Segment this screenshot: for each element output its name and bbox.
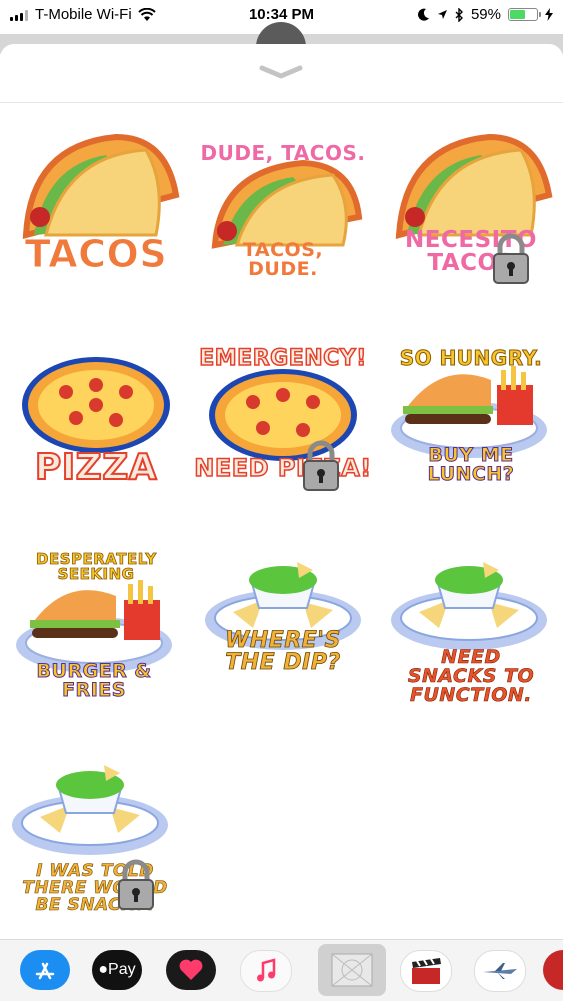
sticker-dude-tacos[interactable]: DUDE, TACOS. TACOS, DUDE. (193, 125, 373, 325)
guacamole-illustration (205, 562, 361, 650)
sheet-divider (0, 102, 563, 103)
battery-icon (508, 8, 541, 21)
lock-icon (493, 233, 529, 284)
imessage-app-drawer: ●Pay (0, 939, 563, 1001)
sticker-caption: BURGER & FRIES (36, 660, 152, 701)
apple-pay-icon[interactable]: ●Pay (92, 950, 142, 990)
sticker-need-snacks[interactable]: NEED SNACKS TO FUNCTION. (381, 540, 561, 740)
sticker-caption: TACOS (24, 232, 168, 276)
bluetooth-icon (455, 7, 463, 22)
sticker-pizza[interactable]: PIZZA (6, 330, 186, 530)
sticker-caption: BUY ME LUNCH? (427, 444, 515, 485)
airplane-icon[interactable] (474, 950, 526, 992)
charging-icon (545, 8, 553, 21)
lock-icon (303, 440, 339, 491)
battery-percent: 59% (470, 6, 501, 23)
sticker-caption: NEED SNACKS TO FUNCTION. (407, 646, 535, 706)
sticker-caption: NEED PIZZA! (194, 454, 373, 482)
moon-icon (417, 8, 429, 21)
sticker-pack-icon[interactable] (318, 944, 386, 996)
movie-clapper-icon[interactable] (400, 950, 452, 992)
digital-touch-icon[interactable] (166, 950, 216, 990)
lock-icon (118, 859, 154, 910)
music-icon[interactable] (240, 950, 292, 992)
sticker-necesito-tacos[interactable]: NECESITO TACOS (381, 125, 561, 325)
chevron-down-icon[interactable] (258, 64, 304, 80)
sticker-caption: PIZZA (34, 447, 158, 488)
sticker-caption: WHERE'S THE DIP? (225, 628, 341, 675)
apple-logo-icon: ● (98, 961, 109, 978)
sticker-emergency-pizza[interactable]: EMERGENCY! NEED PIZZA! (193, 330, 373, 530)
sticker-caption: TACOS, DUDE. (242, 239, 324, 280)
sticker-tacos[interactable]: TACOS (6, 125, 186, 325)
sticker-burger-fries[interactable]: DESPERATELY SEEKING BURGER & FRIES (6, 540, 186, 740)
sticker-so-hungry[interactable]: SO HUNGRY. BUY ME LUNCH? (381, 330, 561, 530)
apple-pay-label: Pay (108, 961, 136, 978)
sticker-wheres-the-dip[interactable]: WHERE'S THE DIP? (193, 540, 373, 740)
location-icon (437, 10, 447, 19)
app-store-icon[interactable] (20, 950, 70, 990)
status-right: 59% (417, 6, 553, 23)
partial-app-icon[interactable] (543, 950, 563, 990)
sticker-told-snacks[interactable]: I WAS TOLD THERE WOULD BE SNACKS. (6, 735, 186, 935)
